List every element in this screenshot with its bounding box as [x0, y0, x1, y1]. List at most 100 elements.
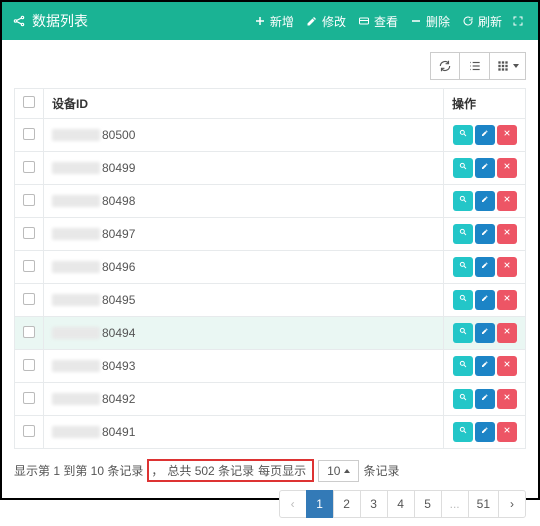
- row-edit-button[interactable]: [475, 323, 495, 343]
- row-edit-button[interactable]: [475, 356, 495, 376]
- redacted-text: [52, 261, 100, 273]
- row-delete-button[interactable]: [497, 389, 517, 409]
- pencil-icon: [481, 327, 489, 339]
- row-view-button[interactable]: [453, 422, 473, 442]
- device-id-suffix: 80496: [102, 260, 135, 274]
- close-icon: [503, 261, 511, 273]
- row-edit-button[interactable]: [475, 158, 495, 178]
- row-checkbox[interactable]: [23, 260, 35, 272]
- page-size-select[interactable]: 10: [318, 460, 359, 482]
- page-button[interactable]: ›: [498, 490, 526, 518]
- table-row[interactable]: 80496: [15, 251, 526, 284]
- row-edit-button[interactable]: [475, 224, 495, 244]
- row-checkbox[interactable]: [23, 128, 35, 140]
- page-button[interactable]: 2: [333, 490, 361, 518]
- row-delete-button[interactable]: [497, 125, 517, 145]
- row-checkbox[interactable]: [23, 194, 35, 206]
- row-checkbox[interactable]: [23, 326, 35, 338]
- view-button[interactable]: 查看: [352, 9, 404, 34]
- pencil-icon: [481, 294, 489, 306]
- device-id-suffix: 80493: [102, 359, 135, 373]
- column-header-ops: 操作: [444, 89, 526, 119]
- row-view-button[interactable]: [453, 224, 473, 244]
- search-icon: [459, 195, 467, 207]
- redacted-text: [52, 129, 100, 141]
- row-edit-button[interactable]: [475, 191, 495, 211]
- row-delete-button[interactable]: [497, 290, 517, 310]
- row-delete-button[interactable]: [497, 422, 517, 442]
- row-checkbox[interactable]: [23, 293, 35, 305]
- row-checkbox[interactable]: [23, 161, 35, 173]
- record-info-prefix: 显示第 1 到第 10 条记录: [14, 462, 143, 479]
- device-id-suffix: 80494: [102, 326, 135, 340]
- row-edit-button[interactable]: [475, 257, 495, 277]
- row-view-button[interactable]: [453, 257, 473, 277]
- fullscreen-button[interactable]: [508, 11, 528, 31]
- page-button[interactable]: 1: [306, 490, 334, 518]
- toolbar-columns-button[interactable]: [460, 52, 490, 80]
- pencil-icon: [481, 129, 489, 141]
- row-edit-button[interactable]: [475, 125, 495, 145]
- edit-button[interactable]: 修改: [300, 9, 352, 34]
- row-view-button[interactable]: [453, 389, 473, 409]
- redacted-text: [52, 294, 100, 306]
- row-checkbox[interactable]: [23, 425, 35, 437]
- row-checkbox[interactable]: [23, 227, 35, 239]
- row-view-button[interactable]: [453, 290, 473, 310]
- delete-button[interactable]: 删除: [404, 9, 456, 34]
- edit-button-label: 修改: [322, 13, 346, 30]
- search-icon: [459, 228, 467, 240]
- column-header-id[interactable]: 设备ID: [44, 89, 444, 119]
- table-row[interactable]: 80492: [15, 383, 526, 416]
- page-button[interactable]: 3: [360, 490, 388, 518]
- row-view-button[interactable]: [453, 356, 473, 376]
- toolbar-view-button[interactable]: [490, 52, 526, 80]
- table-footer: 显示第 1 到第 10 条记录 ， 总共 502 条记录 每页显示 10 条记录…: [2, 453, 538, 526]
- row-delete-button[interactable]: [497, 257, 517, 277]
- table-row[interactable]: 80493: [15, 350, 526, 383]
- row-edit-button[interactable]: [475, 422, 495, 442]
- pencil-icon: [481, 228, 489, 240]
- caret-up-icon: [344, 469, 350, 473]
- refresh-icon: [438, 59, 452, 73]
- row-edit-button[interactable]: [475, 290, 495, 310]
- table-row[interactable]: 80497: [15, 218, 526, 251]
- table-row[interactable]: 80491: [15, 416, 526, 449]
- close-icon: [503, 426, 511, 438]
- row-checkbox[interactable]: [23, 359, 35, 371]
- card-icon: [358, 15, 370, 27]
- table-row[interactable]: 80495: [15, 284, 526, 317]
- row-view-button[interactable]: [453, 191, 473, 211]
- row-view-button[interactable]: [453, 323, 473, 343]
- column-header-checkbox[interactable]: [15, 89, 44, 119]
- page-button[interactable]: 4: [387, 490, 415, 518]
- row-checkbox[interactable]: [23, 392, 35, 404]
- search-icon: [459, 393, 467, 405]
- row-delete-button[interactable]: [497, 323, 517, 343]
- list-icon: [468, 59, 482, 73]
- table-row[interactable]: 80494: [15, 317, 526, 350]
- row-view-button[interactable]: [453, 125, 473, 145]
- close-icon: [503, 294, 511, 306]
- table-row[interactable]: 80499: [15, 152, 526, 185]
- row-delete-button[interactable]: [497, 356, 517, 376]
- device-id-suffix: 80495: [102, 293, 135, 307]
- page-button[interactable]: 51: [468, 490, 499, 518]
- row-delete-button[interactable]: [497, 224, 517, 244]
- add-button[interactable]: 新增: [248, 9, 300, 34]
- page-button: ...: [441, 490, 469, 518]
- table-row[interactable]: 80498: [15, 185, 526, 218]
- table-row[interactable]: 80500: [15, 119, 526, 152]
- row-edit-button[interactable]: [475, 389, 495, 409]
- search-icon: [459, 426, 467, 438]
- row-delete-button[interactable]: [497, 158, 517, 178]
- row-view-button[interactable]: [453, 158, 473, 178]
- page-button[interactable]: 5: [414, 490, 442, 518]
- table-toolbar: [14, 52, 526, 80]
- row-delete-button[interactable]: [497, 191, 517, 211]
- refresh-button[interactable]: 刷新: [456, 9, 508, 34]
- device-id-suffix: 80498: [102, 194, 135, 208]
- toolbar-refresh-button[interactable]: [430, 52, 460, 80]
- panel-title-text: 数据列表: [32, 11, 88, 31]
- close-icon: [503, 195, 511, 207]
